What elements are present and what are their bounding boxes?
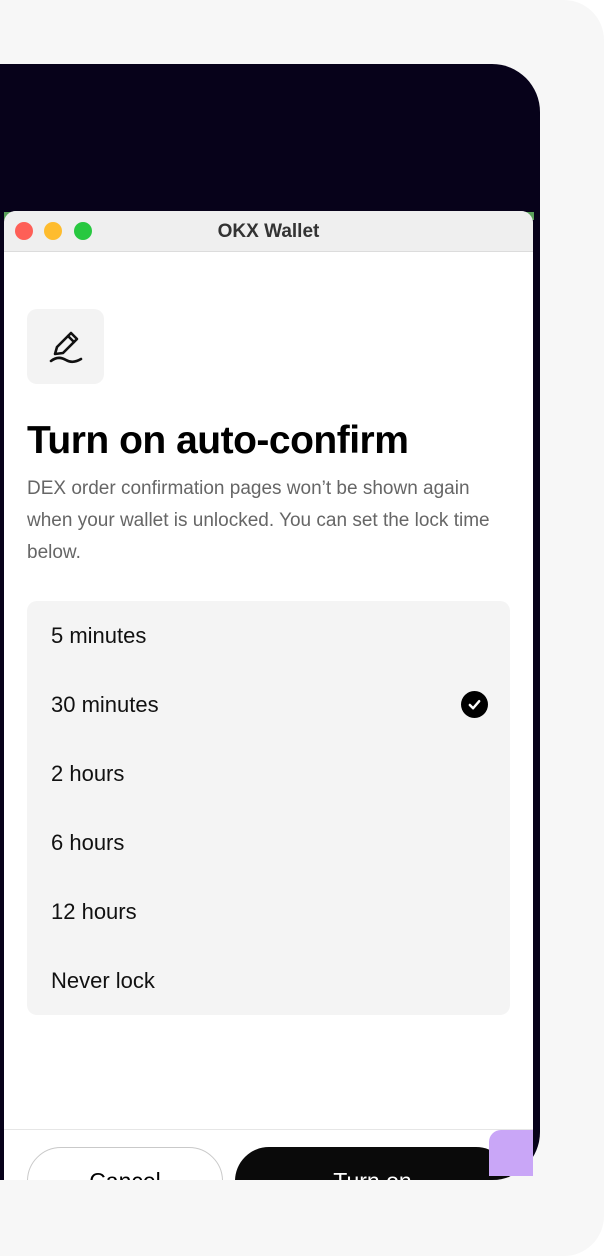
option-5-minutes[interactable]: 5 minutes [27,601,510,670]
option-30-minutes[interactable]: 30 minutes [27,670,510,739]
option-6-hours[interactable]: 6 hours [27,808,510,877]
option-never-lock[interactable]: Never lock [27,946,510,1015]
option-label: 12 hours [51,898,137,924]
lock-time-options: 5 minutes 30 minutes 2 hours 6 hours 12 … [27,601,510,1015]
corner-badge [489,1130,533,1176]
check-circle-icon [461,691,488,718]
signature-icon-box [27,309,104,384]
option-label: 2 hours [51,760,125,786]
footer-divider [4,1129,533,1130]
option-label: Never lock [51,967,155,993]
description-text: DEX order confirmation pages won’t be sh… [27,478,490,563]
option-label: 30 minutes [51,691,159,717]
extension-window: OKX Wallet Turn on auto-confirm DEX orde… [4,211,533,1180]
cancel-button[interactable]: Cancel [27,1147,223,1180]
option-2-hours[interactable]: 2 hours [27,739,510,808]
signature-pen-icon [49,331,82,363]
page-title: Turn on auto-confirm [27,419,409,462]
option-label: 5 minutes [51,622,147,648]
device-frame: OKX Wallet Turn on auto-confirm DEX orde… [0,64,540,1180]
window-title: OKX Wallet [217,221,320,242]
option-12-hours[interactable]: 12 hours [27,877,510,946]
turn-on-button[interactable]: Turn on [235,1147,510,1180]
window-titlebar: OKX Wallet [4,211,533,252]
option-label: 6 hours [51,829,125,855]
